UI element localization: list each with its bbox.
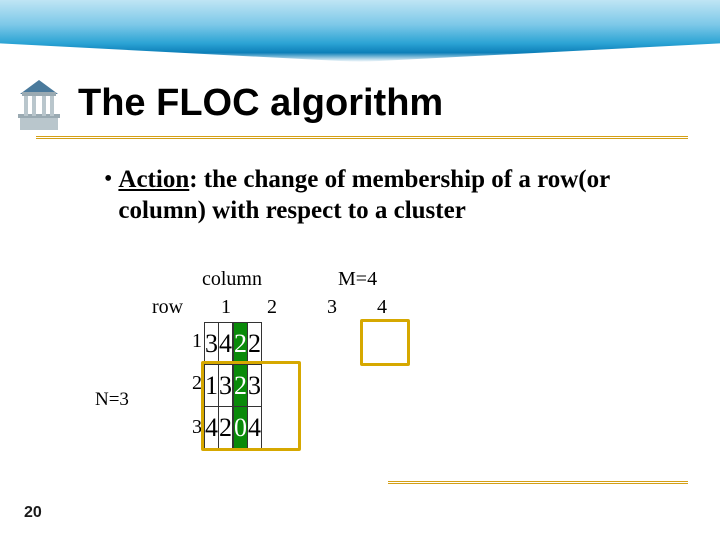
bullet-item: • Action: the change of membership of a … xyxy=(104,164,660,227)
title-underline xyxy=(36,135,688,139)
footer-underline xyxy=(388,480,688,484)
yellow-highlight-box xyxy=(360,319,410,366)
page-title: The FLOC algorithm xyxy=(78,82,443,125)
cell: 4 xyxy=(248,407,262,449)
cell: 1 xyxy=(205,365,219,407)
cell: 3 xyxy=(205,323,219,365)
unc-well-logo xyxy=(14,78,64,134)
bullet-text: Action: the change of membership of a ro… xyxy=(118,164,660,227)
table-row: 3 4 2 2 xyxy=(205,323,262,365)
cell-highlight: 2 xyxy=(234,323,248,365)
row-header-2: 2 xyxy=(182,372,202,395)
cell: 4 xyxy=(219,323,233,365)
col-header-4: 4 xyxy=(360,296,404,319)
col-header-3: 3 xyxy=(310,296,354,319)
header-banner xyxy=(0,0,720,62)
table-row: 1 3 2 3 xyxy=(205,365,262,407)
cell-highlight: 0 xyxy=(234,407,248,449)
page-number: 20 xyxy=(24,504,42,522)
col-header-2: 2 xyxy=(250,296,294,319)
row-header-1: 1 xyxy=(182,330,202,353)
cell: 3 xyxy=(248,365,262,407)
bullet-dot-icon: • xyxy=(104,164,112,194)
cell: 3 xyxy=(219,365,233,407)
bullet-block: • Action: the change of membership of a … xyxy=(104,164,660,227)
label-column: column xyxy=(202,268,262,291)
table-row: 4 2 0 4 xyxy=(205,407,262,449)
cell-highlight: 2 xyxy=(234,365,248,407)
matrix-table: 3 4 2 2 1 3 2 3 4 2 0 4 xyxy=(204,322,262,449)
label-m: M=4 xyxy=(338,268,377,291)
cell: 2 xyxy=(219,407,233,449)
cell: 4 xyxy=(205,407,219,449)
label-row: row xyxy=(152,296,183,319)
col-header-1: 1 xyxy=(204,296,248,319)
label-n: N=3 xyxy=(95,389,129,411)
row-header-3: 3 xyxy=(182,416,202,439)
cell: 2 xyxy=(248,323,262,365)
